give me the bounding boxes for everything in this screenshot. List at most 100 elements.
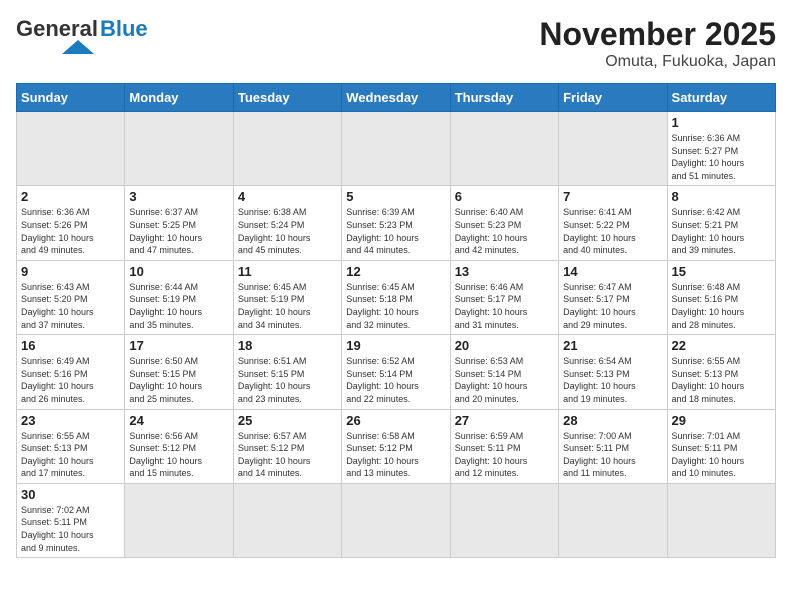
calendar-day: 26 Sunrise: 6:58 AM Sunset: 5:12 PM Dayli… [342,409,450,483]
calendar-week-3: 9 Sunrise: 6:43 AM Sunset: 5:20 PM Daylig… [17,260,776,334]
calendar-day: 22 Sunrise: 6:55 AM Sunset: 5:13 PM Dayli… [667,335,775,409]
day-info: Sunrise: 7:02 AM Sunset: 5:11 PM Dayligh… [21,504,120,554]
calendar-day: 2 Sunrise: 6:36 AM Sunset: 5:26 PM Daylig… [17,186,125,260]
day-info: Sunrise: 6:40 AM Sunset: 5:23 PM Dayligh… [455,206,554,256]
day-info: Sunrise: 6:42 AM Sunset: 5:21 PM Dayligh… [672,206,771,256]
page-header: General Blue November 2025 Omuta, Fukuok… [16,16,776,71]
day-number: 25 [238,413,337,428]
calendar-day: 7 Sunrise: 6:41 AM Sunset: 5:22 PM Daylig… [559,186,667,260]
day-header-sunday: Sunday [17,84,125,112]
day-number: 12 [346,264,445,279]
day-number: 9 [21,264,120,279]
calendar-day: 19 Sunrise: 6:52 AM Sunset: 5:14 PM Dayli… [342,335,450,409]
calendar-day: 13 Sunrise: 6:46 AM Sunset: 5:17 PM Dayli… [450,260,558,334]
day-info: Sunrise: 6:56 AM Sunset: 5:12 PM Dayligh… [129,430,228,480]
day-number: 16 [21,338,120,353]
day-number: 2 [21,189,120,204]
calendar-day: 17Sunrise: 6:50 AM Sunset: 5:15 PM Dayli… [125,335,233,409]
calendar-day: 29Sunrise: 7:01 AM Sunset: 5:11 PM Dayli… [667,409,775,483]
day-info: Sunrise: 6:41 AM Sunset: 5:22 PM Dayligh… [563,206,662,256]
day-header-thursday: Thursday [450,84,558,112]
calendar-day [125,483,233,557]
logo-triangle-icon [26,40,106,61]
day-number: 30 [21,487,120,502]
day-number: 7 [563,189,662,204]
day-info: Sunrise: 6:45 AM Sunset: 5:19 PM Dayligh… [238,281,337,331]
day-number: 21 [563,338,662,353]
calendar-day: 18Sunrise: 6:51 AM Sunset: 5:15 PM Dayli… [233,335,341,409]
calendar-week-6: 30 Sunrise: 7:02 AM Sunset: 5:11 PM Dayli… [17,483,776,557]
day-info: Sunrise: 6:55 AM Sunset: 5:13 PM Dayligh… [672,355,771,405]
day-number: 1 [672,115,771,130]
day-number: 6 [455,189,554,204]
calendar-week-4: 16 Sunrise: 6:49 AM Sunset: 5:16 PM Dayli… [17,335,776,409]
day-info: Sunrise: 7:00 AM Sunset: 5:11 PM Dayligh… [563,430,662,480]
calendar-day [233,483,341,557]
calendar-day [342,112,450,186]
calendar-day: 27 Sunrise: 6:59 AM Sunset: 5:11 PM Dayli… [450,409,558,483]
calendar-day [667,483,775,557]
logo-text-general: General [16,16,98,42]
day-number: 13 [455,264,554,279]
calendar-day: 30 Sunrise: 7:02 AM Sunset: 5:11 PM Dayli… [17,483,125,557]
day-info: Sunrise: 6:57 AM Sunset: 5:12 PM Dayligh… [238,430,337,480]
calendar-day: 6 Sunrise: 6:40 AM Sunset: 5:23 PM Daylig… [450,186,558,260]
day-header-friday: Friday [559,84,667,112]
calendar-day: 3 Sunrise: 6:37 AM Sunset: 5:25 PM Daylig… [125,186,233,260]
logo-icon: General Blue [16,16,148,42]
day-info: Sunrise: 6:50 AM Sunset: 5:15 PM Dayligh… [129,355,228,405]
calendar-day: 24Sunrise: 6:56 AM Sunset: 5:12 PM Dayli… [125,409,233,483]
day-number: 3 [129,189,228,204]
day-header-saturday: Saturday [667,84,775,112]
day-info: Sunrise: 6:45 AM Sunset: 5:18 PM Dayligh… [346,281,445,331]
day-number: 27 [455,413,554,428]
title-block: November 2025 Omuta, Fukuoka, Japan [539,16,776,71]
day-number: 14 [563,264,662,279]
day-info: Sunrise: 6:55 AM Sunset: 5:13 PM Dayligh… [21,430,120,480]
page-subtitle: Omuta, Fukuoka, Japan [539,53,776,71]
day-info: Sunrise: 7:01 AM Sunset: 5:11 PM Dayligh… [672,430,771,480]
day-info: Sunrise: 6:48 AM Sunset: 5:16 PM Dayligh… [672,281,771,331]
day-info: Sunrise: 6:46 AM Sunset: 5:17 PM Dayligh… [455,281,554,331]
day-headers-row: SundayMondayTuesdayWednesdayThursdayFrid… [17,84,776,112]
day-info: Sunrise: 6:37 AM Sunset: 5:25 PM Dayligh… [129,206,228,256]
day-info: Sunrise: 6:36 AM Sunset: 5:26 PM Dayligh… [21,206,120,256]
calendar-day [233,112,341,186]
day-info: Sunrise: 6:53 AM Sunset: 5:14 PM Dayligh… [455,355,554,405]
calendar-day: 12 Sunrise: 6:45 AM Sunset: 5:18 PM Dayli… [342,260,450,334]
day-info: Sunrise: 6:58 AM Sunset: 5:12 PM Dayligh… [346,430,445,480]
day-number: 22 [672,338,771,353]
day-number: 10 [129,264,228,279]
day-number: 4 [238,189,337,204]
day-info: Sunrise: 6:43 AM Sunset: 5:20 PM Dayligh… [21,281,120,331]
day-header-tuesday: Tuesday [233,84,341,112]
day-number: 23 [21,413,120,428]
day-info: Sunrise: 6:52 AM Sunset: 5:14 PM Dayligh… [346,355,445,405]
page-title: November 2025 [539,16,776,53]
day-number: 15 [672,264,771,279]
day-number: 18 [238,338,337,353]
calendar-day: 1 Sunrise: 6:36 AM Sunset: 5:27 PM Daylig… [667,112,775,186]
day-info: Sunrise: 6:38 AM Sunset: 5:24 PM Dayligh… [238,206,337,256]
calendar-day: 16 Sunrise: 6:49 AM Sunset: 5:16 PM Dayli… [17,335,125,409]
day-number: 26 [346,413,445,428]
calendar-day [17,112,125,186]
calendar-week-2: 2 Sunrise: 6:36 AM Sunset: 5:26 PM Daylig… [17,186,776,260]
calendar-day [450,483,558,557]
day-number: 5 [346,189,445,204]
day-info: Sunrise: 6:39 AM Sunset: 5:23 PM Dayligh… [346,206,445,256]
calendar-day: 25 Sunrise: 6:57 AM Sunset: 5:12 PM Dayli… [233,409,341,483]
day-info: Sunrise: 6:49 AM Sunset: 5:16 PM Dayligh… [21,355,120,405]
calendar-day: 14 Sunrise: 6:47 AM Sunset: 5:17 PM Dayli… [559,260,667,334]
logo: General Blue [16,16,148,61]
day-number: 19 [346,338,445,353]
calendar-day [559,483,667,557]
day-info: Sunrise: 6:59 AM Sunset: 5:11 PM Dayligh… [455,430,554,480]
day-info: Sunrise: 6:47 AM Sunset: 5:17 PM Dayligh… [563,281,662,331]
calendar-day: 4 Sunrise: 6:38 AM Sunset: 5:24 PM Daylig… [233,186,341,260]
calendar-day [342,483,450,557]
calendar-day [559,112,667,186]
calendar-day: 8Sunrise: 6:42 AM Sunset: 5:21 PM Daylig… [667,186,775,260]
calendar-day: 15 Sunrise: 6:48 AM Sunset: 5:16 PM Dayli… [667,260,775,334]
day-info: Sunrise: 6:36 AM Sunset: 5:27 PM Dayligh… [672,132,771,182]
